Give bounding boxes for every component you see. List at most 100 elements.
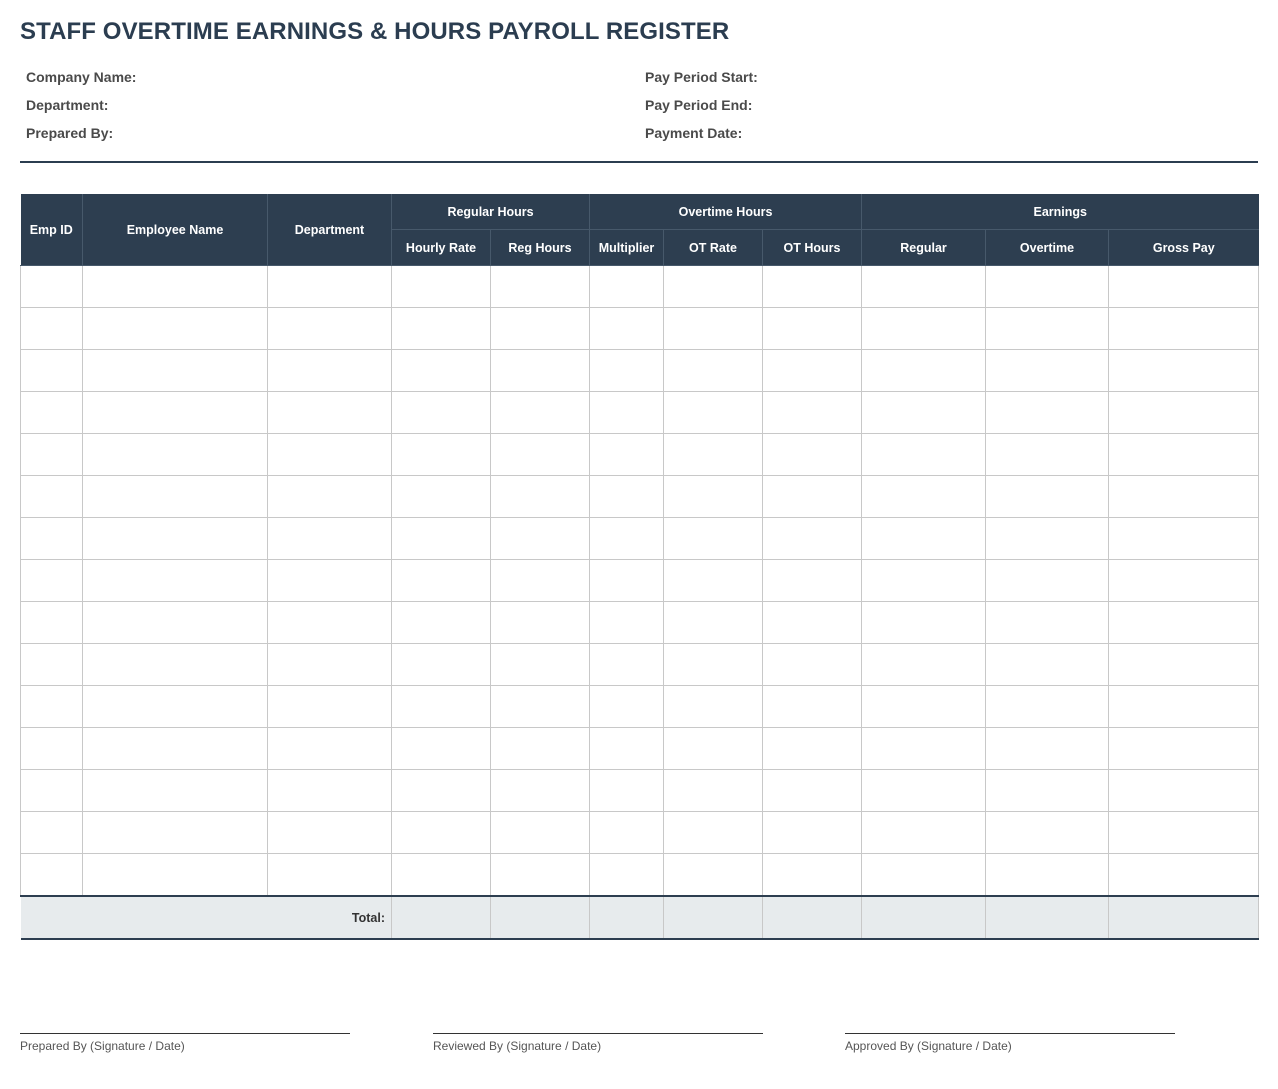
cell-multiplier[interactable] — [589, 475, 665, 518]
cell-reg-hours[interactable] — [489, 475, 591, 518]
cell-department[interactable] — [267, 517, 392, 560]
cell-employee-name[interactable] — [82, 769, 268, 812]
cell-employee-name[interactable] — [82, 391, 268, 434]
cell-reg-hours[interactable] — [489, 727, 591, 770]
cell-employee-name[interactable] — [82, 265, 268, 308]
cell-regular[interactable] — [861, 853, 987, 897]
cell-ot-rate[interactable] — [663, 643, 764, 686]
cell-overtime[interactable] — [985, 727, 1110, 770]
cell-hourly-rate[interactable] — [391, 769, 491, 812]
cell-emp-id[interactable] — [20, 769, 83, 812]
cell-ot-rate[interactable] — [663, 727, 764, 770]
total-cell-hourly-rate[interactable] — [391, 895, 491, 940]
cell-emp-id[interactable] — [20, 349, 83, 392]
cell-hourly-rate[interactable] — [391, 433, 491, 476]
cell-employee-name[interactable] — [82, 727, 268, 770]
cell-ot-hours[interactable] — [762, 685, 863, 728]
cell-ot-hours[interactable] — [762, 433, 863, 476]
cell-multiplier[interactable] — [589, 769, 665, 812]
cell-department[interactable] — [267, 559, 392, 602]
cell-regular[interactable] — [861, 391, 987, 434]
total-cell-regular[interactable] — [861, 895, 987, 940]
cell-ot-rate[interactable] — [663, 685, 764, 728]
cell-overtime[interactable] — [985, 265, 1110, 308]
total-cell-reg-hours[interactable] — [490, 895, 591, 940]
cell-multiplier[interactable] — [589, 811, 665, 854]
cell-multiplier[interactable] — [589, 727, 665, 770]
cell-emp-id[interactable] — [20, 685, 83, 728]
cell-gross-pay[interactable] — [1108, 559, 1260, 602]
cell-regular[interactable] — [861, 643, 987, 686]
cell-hourly-rate[interactable] — [391, 811, 491, 854]
cell-reg-hours[interactable] — [489, 811, 591, 854]
cell-reg-hours[interactable] — [489, 391, 591, 434]
cell-emp-id[interactable] — [20, 727, 83, 770]
cell-emp-id[interactable] — [20, 811, 83, 854]
cell-regular[interactable] — [861, 685, 987, 728]
cell-regular[interactable] — [861, 769, 987, 812]
cell-gross-pay[interactable] — [1108, 349, 1260, 392]
cell-regular[interactable] — [861, 559, 987, 602]
cell-emp-id[interactable] — [20, 601, 83, 644]
cell-hourly-rate[interactable] — [391, 559, 491, 602]
cell-gross-pay[interactable] — [1108, 391, 1260, 434]
cell-department[interactable] — [267, 685, 392, 728]
cell-ot-hours[interactable] — [762, 517, 863, 560]
cell-hourly-rate[interactable] — [391, 727, 491, 770]
cell-ot-rate[interactable] — [663, 601, 764, 644]
cell-hourly-rate[interactable] — [391, 391, 491, 434]
cell-gross-pay[interactable] — [1108, 601, 1260, 644]
cell-gross-pay[interactable] — [1108, 769, 1260, 812]
cell-reg-hours[interactable] — [489, 601, 591, 644]
cell-ot-hours[interactable] — [762, 853, 863, 897]
cell-overtime[interactable] — [985, 811, 1110, 854]
cell-ot-hours[interactable] — [762, 559, 863, 602]
total-cell-gross-pay[interactable] — [1108, 895, 1260, 940]
cell-emp-id[interactable] — [20, 391, 83, 434]
cell-department[interactable] — [267, 601, 392, 644]
cell-overtime[interactable] — [985, 559, 1110, 602]
cell-emp-id[interactable] — [20, 853, 83, 897]
cell-gross-pay[interactable] — [1108, 265, 1260, 308]
cell-department[interactable] — [267, 853, 392, 897]
cell-ot-rate[interactable] — [663, 265, 764, 308]
cell-overtime[interactable] — [985, 685, 1110, 728]
cell-regular[interactable] — [861, 265, 987, 308]
cell-emp-id[interactable] — [20, 475, 83, 518]
cell-hourly-rate[interactable] — [391, 517, 491, 560]
cell-employee-name[interactable] — [82, 433, 268, 476]
cell-employee-name[interactable] — [82, 307, 268, 350]
cell-ot-rate[interactable] — [663, 517, 764, 560]
cell-regular[interactable] — [861, 601, 987, 644]
cell-employee-name[interactable] — [82, 601, 268, 644]
cell-ot-hours[interactable] — [762, 643, 863, 686]
cell-department[interactable] — [267, 643, 392, 686]
cell-multiplier[interactable] — [589, 643, 665, 686]
total-cell-multiplier[interactable] — [589, 895, 665, 940]
cell-overtime[interactable] — [985, 475, 1110, 518]
cell-overtime[interactable] — [985, 517, 1110, 560]
cell-overtime[interactable] — [985, 643, 1110, 686]
cell-regular[interactable] — [861, 811, 987, 854]
cell-ot-hours[interactable] — [762, 769, 863, 812]
cell-regular[interactable] — [861, 433, 987, 476]
cell-regular[interactable] — [861, 517, 987, 560]
cell-gross-pay[interactable] — [1108, 643, 1260, 686]
cell-hourly-rate[interactable] — [391, 349, 491, 392]
cell-regular[interactable] — [861, 307, 987, 350]
cell-gross-pay[interactable] — [1108, 685, 1260, 728]
cell-employee-name[interactable] — [82, 685, 268, 728]
cell-ot-hours[interactable] — [762, 265, 863, 308]
cell-department[interactable] — [267, 349, 392, 392]
cell-emp-id[interactable] — [20, 517, 83, 560]
cell-ot-rate[interactable] — [663, 769, 764, 812]
cell-department[interactable] — [267, 433, 392, 476]
cell-ot-hours[interactable] — [762, 391, 863, 434]
cell-employee-name[interactable] — [82, 643, 268, 686]
cell-gross-pay[interactable] — [1108, 727, 1260, 770]
cell-ot-rate[interactable] — [663, 349, 764, 392]
cell-department[interactable] — [267, 811, 392, 854]
cell-department[interactable] — [267, 475, 392, 518]
cell-department[interactable] — [267, 265, 392, 308]
cell-emp-id[interactable] — [20, 559, 83, 602]
